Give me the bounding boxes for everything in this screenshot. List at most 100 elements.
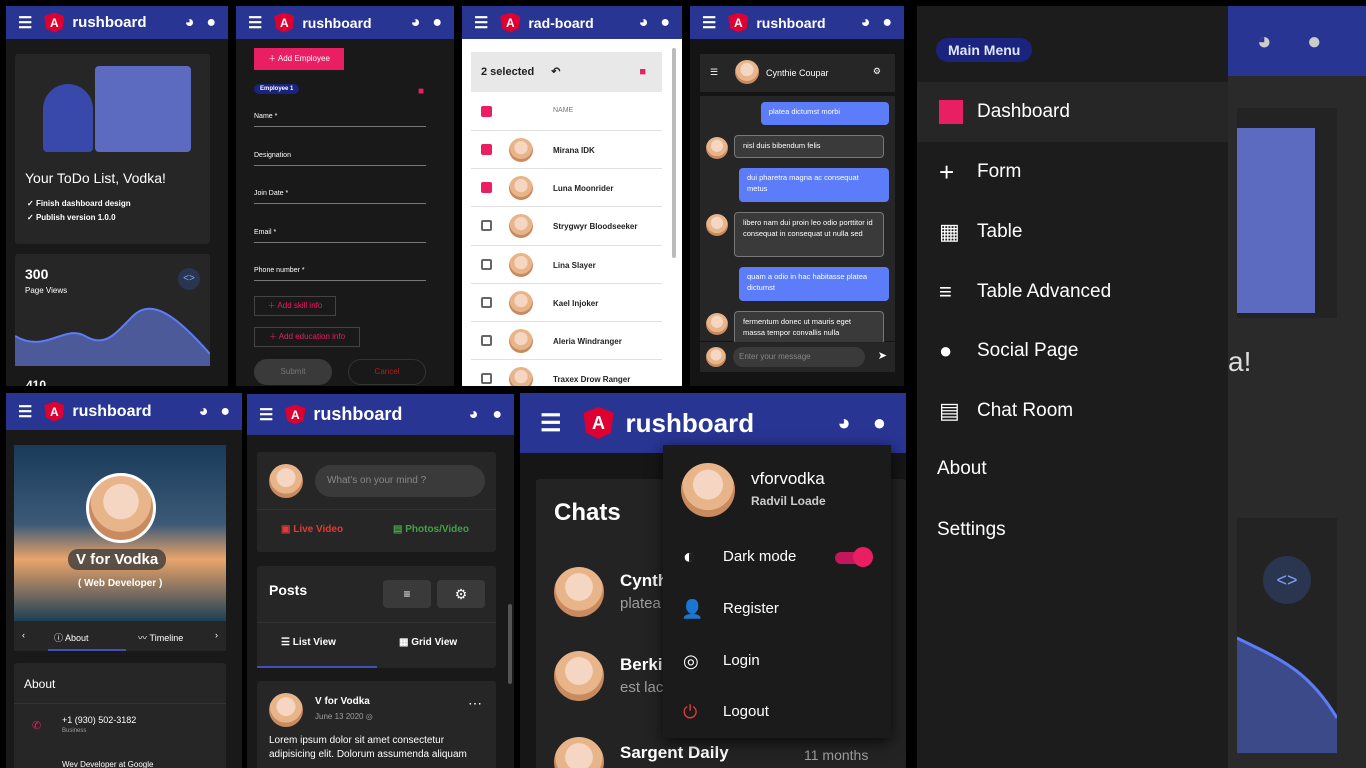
filter-button[interactable]: ≡	[383, 580, 431, 608]
menu-icon[interactable]: ☰	[18, 13, 32, 33]
nav-item-form[interactable]: + Form	[917, 142, 1228, 202]
palette-icon[interactable]: ◕	[469, 406, 479, 424]
tab-timeline[interactable]: 〰 Timeline	[138, 631, 183, 644]
palette-icon[interactable]: ◕	[199, 403, 209, 421]
palette-icon[interactable]: ◕	[861, 14, 871, 32]
menu-icon[interactable]: ☰	[702, 13, 716, 33]
nav-item-about[interactable]: About	[937, 458, 987, 480]
tab-list-view[interactable]: ☰ List View	[281, 637, 336, 648]
account-icon[interactable]: ●	[432, 14, 442, 32]
add-skill-button[interactable]: ＋ Add skill info	[254, 296, 336, 316]
row-checkbox[interactable]	[481, 334, 492, 346]
form-field[interactable]: Designation	[254, 152, 426, 166]
employee-chip[interactable]: Employee 1	[254, 84, 300, 94]
column-header-name: NAME	[553, 107, 574, 114]
add-employee-button[interactable]: ＋ Add Employee	[254, 48, 344, 70]
palette-icon[interactable]: ◕	[1257, 28, 1272, 56]
account-icon[interactable]: ●	[206, 14, 216, 32]
form-field[interactable]: Name *	[254, 113, 426, 127]
scrollbar[interactable]	[508, 604, 512, 684]
more-icon[interactable]: ⋯	[468, 695, 482, 712]
account-icon[interactable]: ●	[873, 410, 886, 436]
menu-item-register[interactable]: 👤 Register	[663, 593, 891, 625]
menu-icon[interactable]: ☰	[474, 13, 488, 33]
menu-icon[interactable]: ☰	[540, 409, 562, 438]
person-illustration	[43, 84, 93, 152]
table-row[interactable]: Strygwyr Bloodseeker	[471, 206, 662, 244]
account-icon[interactable]: ●	[492, 406, 502, 424]
row-checkbox[interactable]	[481, 144, 492, 155]
button-label: Add Employee	[277, 54, 330, 63]
delete-icon[interactable]: ■	[418, 86, 424, 97]
send-icon[interactable]: ➤	[878, 349, 887, 362]
menu-icon[interactable]: ☰	[259, 405, 273, 425]
todo-illustration	[95, 66, 191, 152]
nav-item-dashboard[interactable]: Dashboard	[917, 82, 1228, 142]
account-icon[interactable]: ●	[1307, 28, 1322, 56]
menu-icon[interactable]: ☰	[18, 402, 32, 422]
delete-icon[interactable]: ■	[639, 52, 646, 92]
chevron-left-icon[interactable]: ‹	[22, 630, 25, 640]
palette-icon[interactable]: ◕	[411, 14, 421, 32]
nav-item-table[interactable]: ▦ Table	[917, 202, 1228, 262]
post-input[interactable]: What's on your mind ?	[315, 465, 485, 497]
profile-panel: ☰ A rushboard ◕ ● V for Vodka ( Web Deve…	[6, 393, 242, 768]
account-icon[interactable]: ●	[220, 403, 230, 421]
message-input[interactable]: Enter your message	[733, 347, 865, 367]
row-checkbox[interactable]	[481, 220, 492, 232]
undo-icon[interactable]: ↶	[551, 66, 560, 78]
todo-item[interactable]: ✓ Finish dashboard design	[27, 199, 131, 208]
account-icon[interactable]: ●	[882, 14, 892, 32]
tab-about[interactable]: ⓘ About	[54, 631, 89, 644]
nav-label: Table Advanced	[977, 281, 1112, 302]
table-row[interactable]: Kael Injoker	[471, 282, 662, 321]
nav-item-table-advanced[interactable]: ≡ Table Advanced	[917, 262, 1228, 322]
row-checkbox[interactable]	[481, 373, 492, 385]
user-avatar	[706, 347, 726, 367]
menu-item-login[interactable]: ◎ Login	[663, 645, 891, 677]
table-row[interactable]: Lina Slayer	[471, 244, 662, 283]
live-video-button[interactable]: ▣ Live Video	[281, 524, 343, 535]
chat-avatar	[554, 567, 604, 617]
add-education-button[interactable]: ＋ Add education info	[254, 327, 360, 347]
row-checkbox[interactable]	[481, 182, 492, 194]
palette-icon[interactable]: ◕	[837, 410, 850, 436]
menu-icon[interactable]: ☰	[248, 13, 262, 33]
account-icon[interactable]: ●	[660, 14, 670, 32]
table-row[interactable]: Traxex Drow Ranger	[471, 359, 662, 386]
menu-item-logout[interactable]: ⏻ Logout	[663, 696, 891, 728]
nav-item-chat[interactable]: ▤ Chat Room	[917, 381, 1228, 441]
menu-label: Register	[723, 600, 779, 617]
row-checkbox[interactable]	[481, 296, 492, 308]
nav-item-settings[interactable]: Settings	[937, 519, 1006, 541]
todo-item[interactable]: ✓ Publish version 1.0.0	[27, 213, 116, 222]
scrollbar[interactable]	[672, 48, 676, 258]
table-row[interactable]: Mirana IDK	[471, 130, 662, 168]
settings-icon[interactable]: ⚙	[873, 66, 881, 77]
toolbar: ☰ A rushboard ◕ ●	[520, 393, 906, 453]
palette-icon[interactable]: ◕	[639, 14, 649, 32]
cancel-button[interactable]: Cancel	[348, 359, 426, 385]
row-avatar	[509, 290, 533, 315]
menu-item-dark-mode[interactable]: ◐ Dark mode	[663, 541, 891, 573]
form-field[interactable]: Phone number *	[254, 267, 426, 281]
row-checkbox[interactable]	[481, 258, 492, 270]
nav-item-social[interactable]: ● Social Page	[917, 321, 1228, 381]
form-field[interactable]: Join Date *	[254, 190, 426, 204]
table-row[interactable]: Luna Moonrider	[471, 168, 662, 206]
submit-button[interactable]: Submit	[254, 359, 332, 385]
divider	[257, 509, 496, 510]
tab-grid-view[interactable]: ▦ Grid View	[399, 637, 457, 648]
message-avatar	[706, 137, 728, 159]
form-field[interactable]: Email *	[254, 229, 426, 243]
chevron-right-icon[interactable]: ›	[215, 630, 218, 640]
toolbar: ☰ A rushboard ◕ ●	[6, 393, 242, 430]
settings-button[interactable]: ⚙	[437, 580, 485, 608]
table-row[interactable]: Aleria Windranger	[471, 320, 662, 359]
palette-icon[interactable]: ◕	[185, 14, 195, 32]
select-all-checkbox[interactable]	[481, 106, 492, 117]
photos-button[interactable]: ▤ Photos/Video	[393, 524, 469, 535]
menu-icon[interactable]: ☰	[710, 67, 718, 78]
contact-avatar	[735, 60, 759, 84]
stat-value-2: 410	[26, 378, 47, 386]
